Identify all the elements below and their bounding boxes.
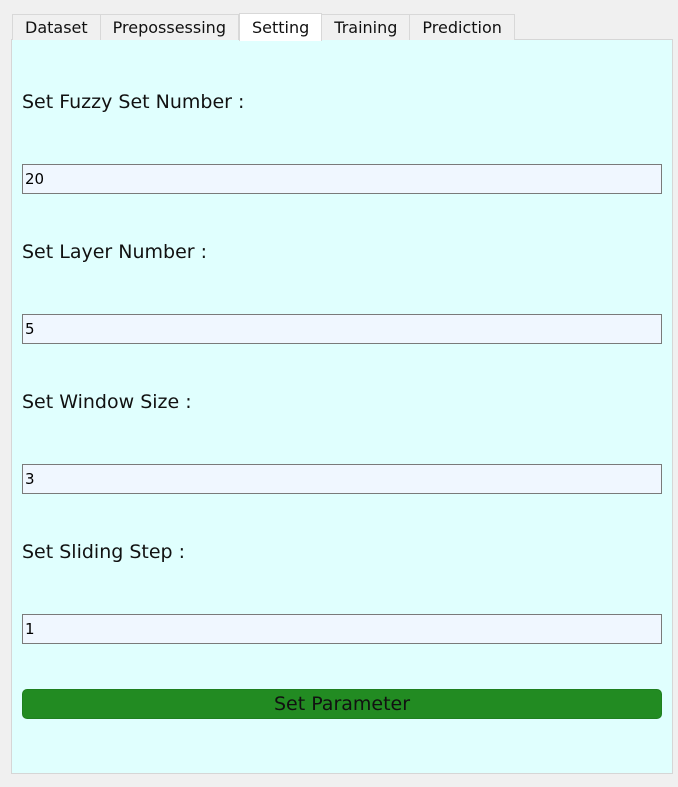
tab-bar: Dataset Prepossessing Setting Training P… <box>12 12 515 41</box>
set-parameter-button[interactable]: Set Parameter <box>22 689 662 719</box>
layer-number-input[interactable] <box>22 314 662 344</box>
fuzzy-set-number-input[interactable] <box>22 164 662 194</box>
fuzzy-set-number-label: Set Fuzzy Set Number : <box>22 91 245 113</box>
tab-setting[interactable]: Setting <box>238 13 323 41</box>
tab-prepossessing[interactable]: Prepossessing <box>100 14 239 40</box>
window-size-label: Set Window Size : <box>22 391 192 413</box>
tab-prediction[interactable]: Prediction <box>410 14 515 40</box>
sliding-step-label: Set Sliding Step : <box>22 541 186 563</box>
tab-dataset[interactable]: Dataset <box>12 14 101 40</box>
tab-training[interactable]: Training <box>322 14 411 40</box>
settings-panel: Set Fuzzy Set Number : Set Layer Number … <box>11 39 673 774</box>
sliding-step-input[interactable] <box>22 614 662 644</box>
window-size-input[interactable] <box>22 464 662 494</box>
layer-number-label: Set Layer Number : <box>22 241 208 263</box>
